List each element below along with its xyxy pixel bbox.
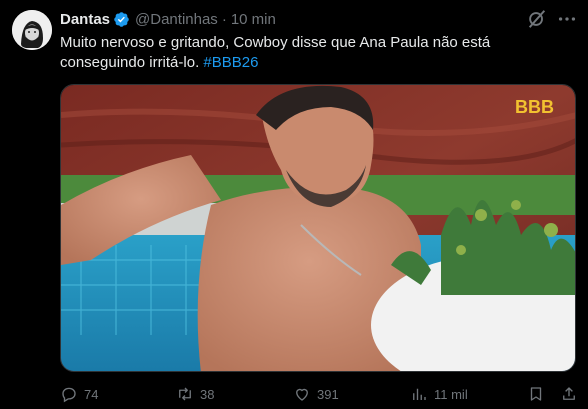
tweet-text: Muito nervoso e gritando, Cowboy disse q…: [60, 33, 560, 73]
verified-badge-icon: [113, 11, 130, 28]
bookmark-icon: [530, 387, 542, 401]
share-button[interactable]: [560, 384, 578, 404]
timestamp[interactable]: 10 min: [231, 11, 276, 28]
bookmark-button[interactable]: [527, 384, 545, 404]
author-handle[interactable]: @Dantinhas: [135, 11, 218, 28]
retweet-button[interactable]: 38: [176, 384, 214, 404]
tweet-body: Muito nervoso e gritando, Cowboy disse q…: [60, 34, 491, 71]
bbb-watermark: BBB: [515, 97, 554, 117]
separator-dot: ·: [221, 10, 227, 28]
reply-button[interactable]: 74: [60, 384, 98, 404]
media-image: BBB: [61, 85, 575, 371]
avatar[interactable]: [12, 10, 52, 50]
like-icon: [296, 388, 308, 401]
retweet-count: 38: [200, 386, 215, 402]
action-bar: 74 38 391 11 mil: [60, 384, 580, 404]
tweet-media[interactable]: BBB: [60, 84, 576, 372]
views-button[interactable]: 11 mil: [410, 384, 468, 404]
like-count: 391: [317, 386, 339, 402]
tweet-card[interactable]: Dantas @Dantinhas · 10 min Muito nervoso…: [0, 0, 588, 409]
grok-icon[interactable]: [526, 8, 548, 30]
views-count: 11 mil: [434, 386, 468, 402]
retweet-icon: [179, 387, 191, 401]
more-icon[interactable]: [556, 8, 578, 30]
share-icon: [563, 387, 575, 400]
reply-count: 74: [84, 386, 99, 402]
author-name[interactable]: Dantas: [60, 11, 110, 28]
like-button[interactable]: 391: [293, 384, 339, 404]
tweet-header: Dantas @Dantinhas · 10 min: [60, 9, 276, 29]
hashtag-link[interactable]: #BBB26: [203, 54, 258, 71]
reply-icon: [62, 387, 76, 403]
views-icon: [413, 388, 426, 400]
